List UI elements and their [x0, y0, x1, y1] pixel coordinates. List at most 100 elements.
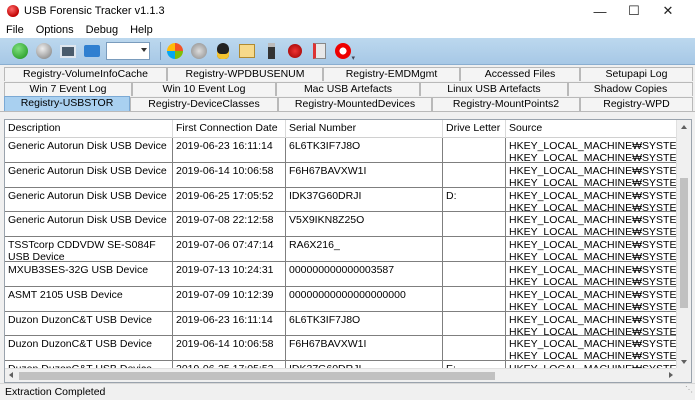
table-row[interactable]: MXUB3SES-32G USB Device 2019-07-13 10:24:…	[5, 261, 677, 287]
column-header-first-connection-date[interactable]: First Connection Date	[173, 120, 286, 138]
tab-setupapi-log[interactable]: Setupapi Log	[580, 67, 693, 81]
menu-options[interactable]: Options	[36, 24, 74, 36]
table-row[interactable]: Generic Autorun Disk USB Device 2019-06-2…	[5, 187, 677, 213]
minimize-button[interactable]: —	[583, 0, 617, 22]
column-header-source[interactable]: Source	[506, 120, 677, 138]
cell-description: Generic Autorun Disk USB Device	[5, 212, 173, 237]
scroll-left-icon[interactable]	[9, 372, 13, 378]
cell-first-connection-date: 2019-06-23 16:11:14	[173, 138, 286, 162]
source-line: HKEY_LOCAL_MACHINE₩SYSTEM₩CurrentC	[509, 176, 677, 187]
tab-registry-wpd[interactable]: Registry-WPD	[580, 97, 693, 111]
tab-win10-event-log[interactable]: Win 10 Event Log	[132, 82, 276, 96]
horizontal-scroll-thumb[interactable]	[19, 372, 495, 380]
menu-help[interactable]: Help	[130, 24, 153, 36]
cell-drive-letter	[443, 212, 506, 237]
vertical-scroll-thumb[interactable]	[680, 178, 688, 308]
scroll-right-icon[interactable]	[669, 372, 673, 378]
source-line: HKEY_LOCAL_MACHINE₩SYSTEM₩CurrentC	[509, 300, 677, 311]
cell-source: HKEY_LOCAL_MACHINE₩SYSTEM₩CurrentCHKEY_L…	[506, 188, 677, 212]
usbstor-table[interactable]: Description First Connection Date Serial…	[4, 119, 692, 383]
close-button[interactable]: ✕	[651, 0, 685, 22]
report-icon[interactable]	[309, 41, 329, 61]
source-line: HKEY_LOCAL_MACHINE₩SYSTEM₩CurrentC	[509, 164, 677, 177]
cell-source: HKEY_LOCAL_MACHINE₩SYSTEM₩CurrentCHKEY_L…	[506, 212, 677, 236]
table-header: Description First Connection Date Serial…	[5, 120, 677, 138]
source-line: HKEY_LOCAL_MACHINE₩SYSTEM₩CurrentC	[509, 226, 677, 237]
cell-description: ASMT 2105 USB Device	[5, 286, 173, 311]
apple-icon[interactable]	[189, 41, 209, 61]
scroll-up-icon[interactable]	[681, 125, 687, 129]
cell-first-connection-date: 2019-06-14 10:06:58	[173, 336, 286, 361]
maximize-button[interactable]: ☐	[617, 0, 651, 22]
cell-first-connection-date: 2019-07-09 10:12:39	[173, 286, 286, 311]
tab-registry-deviceclasses[interactable]: Registry-DeviceClasses	[130, 97, 278, 111]
table-row[interactable]: Generic Autorun Disk USB Device 2019-06-1…	[5, 162, 677, 188]
cell-description: Duzon DuzonC&T USB Device	[5, 311, 173, 336]
tab-registry-usbstor[interactable]: Registry-USBSTOR	[4, 96, 130, 111]
tab-shadow-copies[interactable]: Shadow Copies	[568, 82, 693, 96]
cell-first-connection-date: 2019-07-08 22:12:58	[173, 212, 286, 237]
menu-debug[interactable]: Debug	[86, 24, 118, 36]
menu-file[interactable]: File	[6, 24, 24, 36]
tab-registry-mounteddevices[interactable]: Registry-MountedDevices	[278, 97, 432, 111]
table-row[interactable]: TSSTcorp CDDVDW SE-S084F USB Device 2019-…	[5, 237, 677, 262]
bug-icon[interactable]	[285, 41, 305, 61]
column-header-drive-letter[interactable]: Drive Letter	[443, 120, 506, 138]
cell-source: HKEY_LOCAL_MACHINE₩SYSTEM₩CurrentCHKEY_L…	[506, 138, 677, 162]
tab-registry-emdmgmt[interactable]: Registry-EMDMgmt	[323, 67, 460, 81]
linux-icon[interactable]	[213, 41, 233, 61]
source-line: HKEY_LOCAL_MACHINE₩SYSTEM₩CurrentC	[509, 214, 677, 227]
history-icon[interactable]	[34, 41, 54, 61]
source-line: HKEY_LOCAL_MACHINE₩SYSTEM₩CurrentC	[509, 189, 677, 202]
windows-icon[interactable]	[165, 41, 185, 61]
tab-accessed-files[interactable]: Accessed Files	[460, 67, 580, 81]
cell-first-connection-date: 2019-06-25 17:05:52	[173, 187, 286, 212]
cell-source: HKEY_LOCAL_MACHINE₩SYSTEM₩CurrentCHKEY_L…	[506, 336, 677, 360]
power-icon[interactable]	[333, 41, 353, 61]
cell-source: HKEY_LOCAL_MACHINE₩SYSTEM₩CurrentCHKEY_L…	[506, 262, 677, 286]
table-row[interactable]: Generic Autorun Disk USB Device 2019-07-0…	[5, 212, 677, 238]
table-row[interactable]: ASMT 2105 USB Device 2019-07-09 10:12:39 0…	[5, 286, 677, 312]
column-header-description[interactable]: Description	[5, 120, 173, 138]
tab-win7-event-log[interactable]: Win 7 Event Log	[4, 82, 132, 96]
table-row[interactable]: Duzon DuzonC&T USB Device 2019-06-23 16:1…	[5, 311, 677, 337]
cell-serial-number: F6H67BAVXW1I	[286, 162, 443, 187]
toolbar-separator	[160, 42, 161, 60]
column-header-serial-number[interactable]: Serial Number	[286, 120, 443, 138]
tab-registry-wpdbusenum[interactable]: Registry-WPDBUSENUM	[167, 67, 323, 81]
remote-icon[interactable]	[82, 41, 102, 61]
source-line: HKEY_LOCAL_MACHINE₩SYSTEM₩CurrentC	[509, 325, 677, 336]
table-row[interactable]: Generic Autorun Disk USB Device 2019-06-2…	[5, 138, 677, 163]
cell-drive-letter	[443, 261, 506, 286]
cell-serial-number: 6L6TK3IF7J8O	[286, 138, 443, 162]
run-icon[interactable]	[10, 41, 30, 61]
usb-icon[interactable]	[261, 41, 281, 61]
tab-divider	[0, 111, 695, 112]
cell-drive-letter	[443, 162, 506, 187]
cell-serial-number: 6L6TK3IF7J8O	[286, 311, 443, 336]
cell-source: HKEY_LOCAL_MACHINE₩SYSTEM₩CurrentCHKEY_L…	[506, 163, 677, 187]
source-line: HKEY_LOCAL_MACHINE₩SYSTEM₩CurrentC	[509, 313, 677, 326]
vertical-scrollbar[interactable]	[676, 120, 691, 369]
table-row[interactable]: Duzon DuzonC&T USB Device 2019-06-14 10:0…	[5, 336, 677, 362]
horizontal-scrollbar[interactable]	[5, 368, 677, 382]
cell-drive-letter	[443, 138, 506, 162]
resize-grip-icon[interactable]: ⋱	[685, 382, 693, 398]
source-line: HKEY_LOCAL_MACHINE₩SYSTEM₩CurrentC	[509, 350, 677, 361]
status-text: Extraction Completed	[5, 386, 106, 398]
tab-mac-usb-artefacts[interactable]: Mac USB Artefacts	[276, 82, 420, 96]
cell-description: Generic Autorun Disk USB Device	[5, 162, 173, 187]
source-combo[interactable]	[106, 42, 150, 60]
tab-registry-mountpoints2[interactable]: Registry-MountPoints2	[432, 97, 580, 111]
cell-first-connection-date: 2019-07-13 10:24:31	[173, 261, 286, 286]
tab-linux-usb-artefacts[interactable]: Linux USB Artefacts	[420, 82, 568, 96]
tab-registry-volumeinfocache[interactable]: Registry-VolumeInfoCache	[4, 67, 167, 81]
tab-strip: Registry-VolumeInfoCache Registry-WPDBUS…	[0, 66, 695, 112]
list-icon[interactable]	[237, 41, 257, 61]
cell-drive-letter	[443, 311, 506, 336]
cell-serial-number: IDK37G60DRJI	[286, 187, 443, 212]
cell-source: HKEY_LOCAL_MACHINE₩SYSTEM₩CurrentCHKEY_L…	[506, 287, 677, 311]
network-icon[interactable]	[58, 41, 78, 61]
scroll-down-icon[interactable]	[681, 360, 687, 364]
title-bar: USB Forensic Tracker v1.1.3 — ☐ ✕	[0, 0, 695, 22]
